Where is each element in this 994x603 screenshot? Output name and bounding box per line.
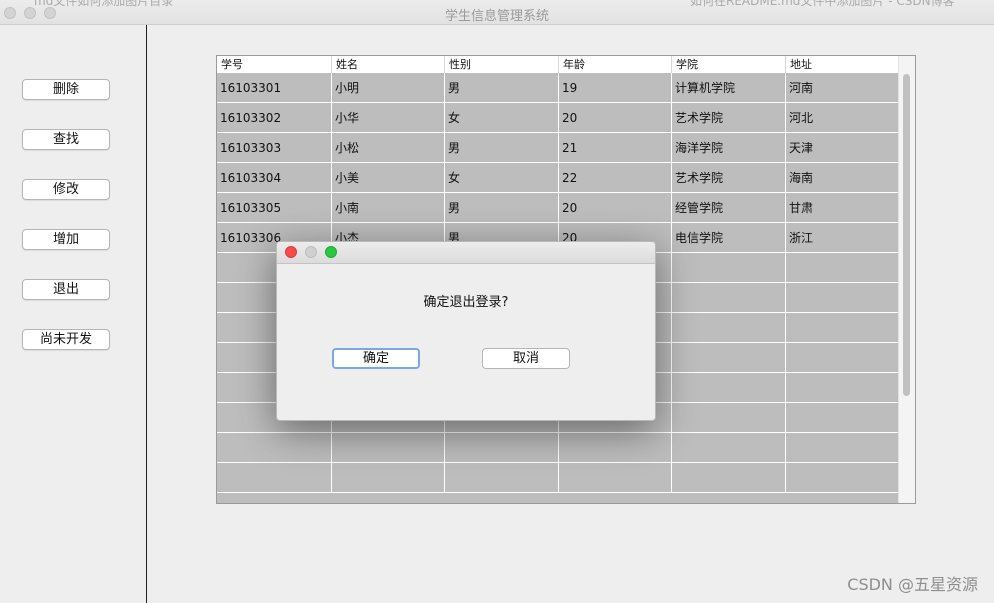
cell-college[interactable]: 艺术学院: [672, 163, 786, 192]
exit-button[interactable]: 退出: [22, 279, 110, 300]
table-row[interactable]: [217, 433, 899, 463]
cell-age[interactable]: [559, 463, 672, 492]
sidebar: 删除 查找 修改 增加 退出 尚未开发: [0, 25, 146, 603]
window-title: 学生信息管理系统: [444, 9, 549, 24]
cell-college[interactable]: 电信学院: [672, 223, 786, 252]
cell-name[interactable]: 小明: [332, 73, 445, 102]
cancel-button[interactable]: 取消: [482, 348, 570, 369]
column-header-gender[interactable]: 性别: [445, 56, 559, 73]
cell-address[interactable]: [786, 373, 899, 402]
cell-name[interactable]: 小南: [332, 193, 445, 222]
panel-divider: [146, 25, 147, 603]
cell-gender[interactable]: 女: [445, 163, 559, 192]
dialog-close-button[interactable]: [285, 246, 297, 258]
column-header-college[interactable]: 学院: [672, 56, 786, 73]
cell-gender[interactable]: 男: [445, 73, 559, 102]
cell-id[interactable]: [217, 433, 332, 462]
cell-college[interactable]: [672, 373, 786, 402]
cell-college[interactable]: [672, 253, 786, 282]
cell-college[interactable]: 计算机学院: [672, 73, 786, 102]
cell-gender[interactable]: [445, 463, 559, 492]
cell-college[interactable]: [672, 403, 786, 432]
watermark: CSDN @五星资源: [847, 575, 978, 594]
cell-college[interactable]: [672, 433, 786, 462]
delete-button[interactable]: 删除: [22, 79, 110, 100]
main-window: md文件如何添加图片目录 如何在README.md文件中添加图片 - CSDN博…: [0, 0, 994, 603]
cell-id[interactable]: 16103302: [217, 103, 332, 132]
cell-age[interactable]: 19: [559, 73, 672, 102]
cell-college[interactable]: 经管学院: [672, 193, 786, 222]
cell-college[interactable]: [672, 463, 786, 492]
dialog-title-bar: [277, 242, 655, 264]
cell-address[interactable]: [786, 433, 899, 462]
cell-address[interactable]: [786, 403, 899, 432]
cell-college[interactable]: [672, 343, 786, 372]
table-row[interactable]: [217, 463, 899, 493]
table-row[interactable]: 16103305 小南男 20 经管学院 甘肃: [217, 193, 899, 223]
cell-gender[interactable]: 男: [445, 133, 559, 162]
cell-age[interactable]: 22: [559, 163, 672, 192]
column-header-age[interactable]: 年龄: [559, 56, 672, 73]
cell-address[interactable]: 海南: [786, 163, 899, 192]
scrollbar-thumb[interactable]: [903, 74, 910, 396]
cell-age[interactable]: 20: [559, 193, 672, 222]
column-header-id[interactable]: 学号: [217, 56, 332, 73]
cell-id[interactable]: [217, 463, 332, 492]
cell-address[interactable]: 河北: [786, 103, 899, 132]
table-row[interactable]: 16103302 小华女 20 艺术学院 河北: [217, 103, 899, 133]
add-button[interactable]: 增加: [22, 229, 110, 250]
cell-address[interactable]: 浙江: [786, 223, 899, 252]
cell-age[interactable]: 21: [559, 133, 672, 162]
cell-college[interactable]: 艺术学院: [672, 103, 786, 132]
column-header-address[interactable]: 地址: [786, 56, 899, 73]
table-row[interactable]: 16103304 小美女 22 艺术学院 海南: [217, 163, 899, 193]
confirm-button[interactable]: 确定: [332, 348, 420, 369]
dialog-minimize-button[interactable]: [305, 246, 317, 258]
cell-address[interactable]: [786, 253, 899, 282]
cell-address[interactable]: [786, 313, 899, 342]
cell-address[interactable]: [786, 343, 899, 372]
vertical-scrollbar[interactable]: [898, 56, 915, 503]
cell-address[interactable]: [786, 463, 899, 492]
cell-age[interactable]: [559, 433, 672, 462]
cell-id[interactable]: 16103301: [217, 73, 332, 102]
table-header: 学号 姓名 性别 年龄 学院 地址: [217, 56, 899, 74]
cell-id[interactable]: 16103304: [217, 163, 332, 192]
cell-address[interactable]: 甘肃: [786, 193, 899, 222]
cell-address[interactable]: [786, 283, 899, 312]
edit-button[interactable]: 修改: [22, 179, 110, 200]
cell-name[interactable]: 小华: [332, 103, 445, 132]
cell-name[interactable]: 小松: [332, 133, 445, 162]
cell-age[interactable]: 20: [559, 103, 672, 132]
cell-college[interactable]: 海洋学院: [672, 133, 786, 162]
cell-id[interactable]: 16103305: [217, 193, 332, 222]
cell-college[interactable]: [672, 313, 786, 342]
not-developed-button[interactable]: 尚未开发: [22, 329, 110, 350]
cell-gender[interactable]: 女: [445, 103, 559, 132]
cell-name[interactable]: 小美: [332, 163, 445, 192]
cell-gender[interactable]: 男: [445, 193, 559, 222]
cell-address[interactable]: 天津: [786, 133, 899, 162]
column-header-name[interactable]: 姓名: [332, 56, 445, 73]
dialog-message: 确定退出登录?: [423, 295, 509, 310]
title-bar: md文件如何添加图片目录 如何在README.md文件中添加图片 - CSDN博…: [0, 0, 994, 25]
table-row[interactable]: 16103303 小松男 21 海洋学院 天津: [217, 133, 899, 163]
logout-confirm-dialog: 确定退出登录? 确定 取消: [276, 241, 656, 421]
cell-name[interactable]: [332, 463, 445, 492]
search-button[interactable]: 查找: [22, 129, 110, 150]
cell-gender[interactable]: [445, 433, 559, 462]
cell-id[interactable]: 16103303: [217, 133, 332, 162]
cell-name[interactable]: [332, 433, 445, 462]
cell-college[interactable]: [672, 283, 786, 312]
cell-address[interactable]: 河南: [786, 73, 899, 102]
dialog-zoom-button[interactable]: [325, 246, 337, 258]
table-row[interactable]: 16103301 小明男 19 计算机学院 河南: [217, 73, 899, 103]
